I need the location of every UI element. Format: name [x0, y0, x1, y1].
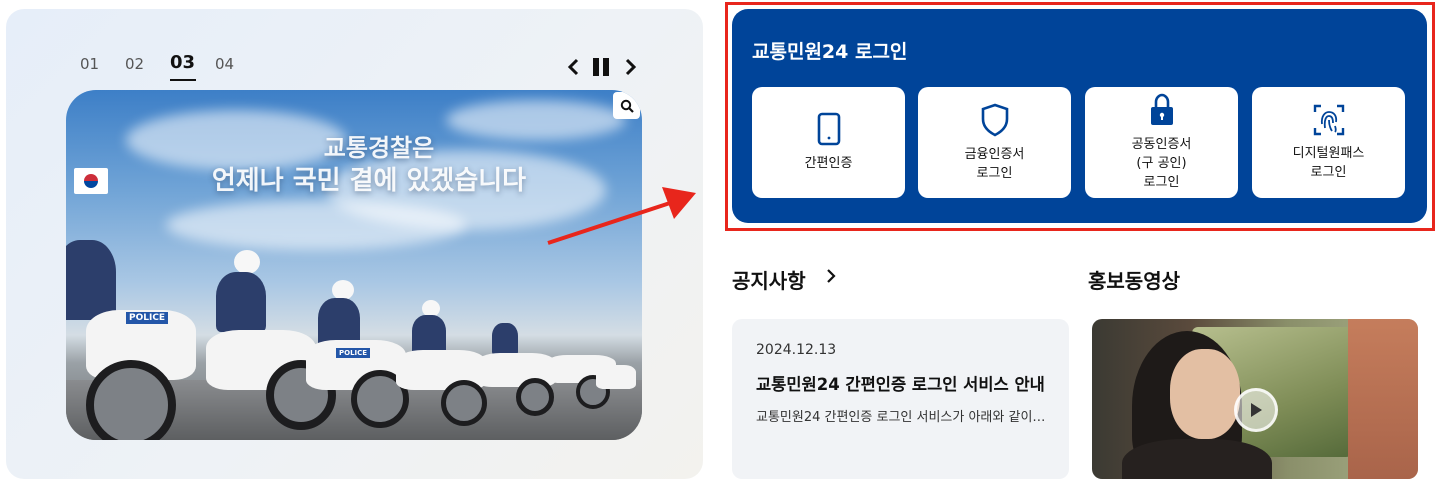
next-slide-button[interactable] [620, 55, 642, 79]
notice-description: 교통민원24 간편인증 로그인 서비스가 아래와 같이 변경됩니다 [756, 410, 1046, 425]
digital-onepass-login-button[interactable]: 디지털원패스 로그인 [1252, 87, 1405, 198]
shield-icon [981, 103, 1008, 136]
flag-icon [74, 168, 108, 194]
digital-onepass-label: 디지털원패스 로그인 [1292, 145, 1365, 180]
chevron-left-icon [567, 58, 579, 76]
video-thumbnail[interactable] [1092, 319, 1418, 479]
notice-title: 교통민원24 간편인증 로그인 서비스 안내 [756, 375, 1045, 394]
simple-auth-label: 간편인증 [804, 156, 853, 171]
pause-icon [593, 58, 609, 76]
pause-slide-button[interactable] [590, 55, 612, 79]
smartphone-icon [817, 112, 840, 146]
joint-cert-label: 공동인증서 (구 공인) 로그인 [1131, 137, 1192, 190]
lock-icon [1150, 93, 1173, 125]
notice-section-title[interactable]: 공지사항 [732, 265, 806, 294]
slide-number-3[interactable]: 03 [170, 52, 215, 81]
slide-headline-1: 교통경찰은 [323, 134, 435, 162]
slide-image[interactable]: 교통경찰은 언제나 국민 곁에 있겠습니다 POLICE POLICE [66, 90, 642, 440]
motorcycle-image [536, 330, 636, 430]
notice-more-link[interactable] [824, 266, 838, 290]
search-icon [620, 99, 634, 113]
slide-number-1[interactable]: 01 [80, 55, 125, 82]
joint-cert-login-button[interactable]: 공동인증서 (구 공인) 로그인 [1085, 87, 1238, 198]
notice-item[interactable]: 2024.12.13 교통민원24 간편인증 로그인 서비스 안내 교통민원24… [732, 319, 1069, 479]
notice-date: 2024.12.13 [756, 342, 837, 358]
play-button[interactable] [1234, 388, 1278, 432]
prev-slide-button[interactable] [562, 55, 584, 79]
slide-number-2[interactable]: 02 [125, 55, 170, 82]
financial-cert-label: 금융인증서 로그인 [964, 146, 1025, 181]
arrow-annotation-icon [547, 187, 696, 245]
slide-pagination: 01 02 03 04 [80, 52, 260, 82]
zoom-button[interactable] [613, 92, 640, 119]
login-title: 교통민원24 로그인 [752, 41, 908, 63]
chevron-right-icon [625, 58, 637, 76]
financial-cert-login-button[interactable]: 금융인증서 로그인 [918, 87, 1071, 198]
slide-number-4[interactable]: 04 [215, 55, 260, 82]
video-section-title: 홍보동영상 [1088, 269, 1180, 293]
fingerprint-icon [1313, 104, 1344, 135]
login-panel: 교통민원24 로그인 간편인증 금융인증서 로그인 공동인증서 (구 공인) 로… [732, 9, 1427, 223]
play-icon [1251, 403, 1262, 417]
chevron-right-icon [827, 269, 836, 283]
simple-auth-login-button[interactable]: 간편인증 [752, 87, 905, 198]
